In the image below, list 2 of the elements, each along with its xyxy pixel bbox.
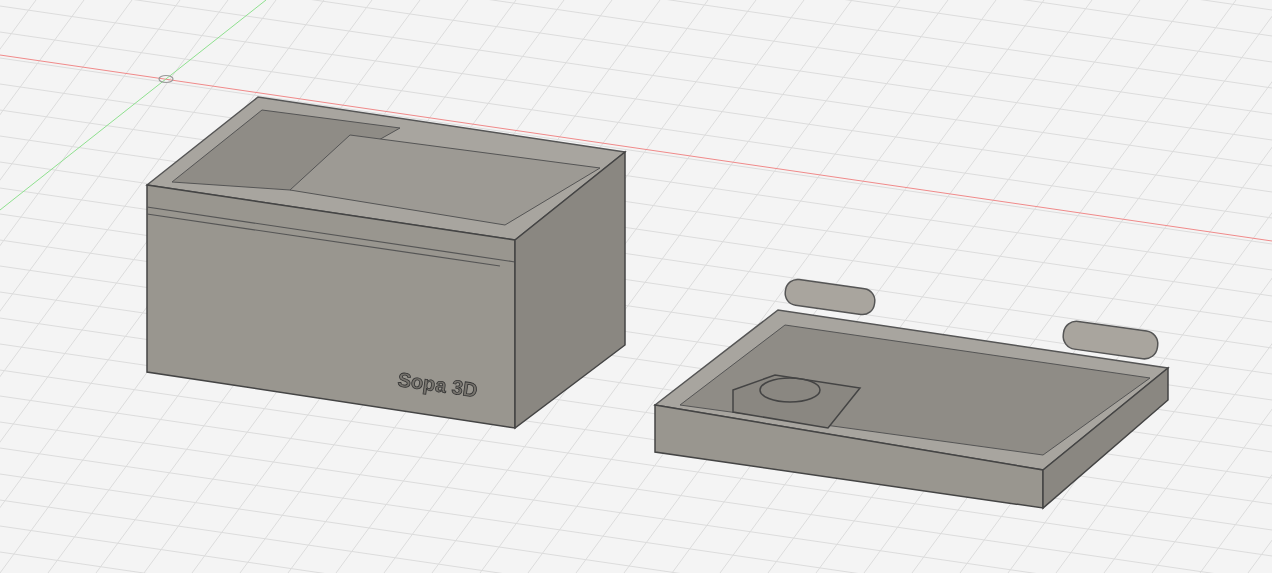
origin-icon — [158, 74, 174, 84]
model-label: Sopa 3D — [396, 368, 479, 402]
